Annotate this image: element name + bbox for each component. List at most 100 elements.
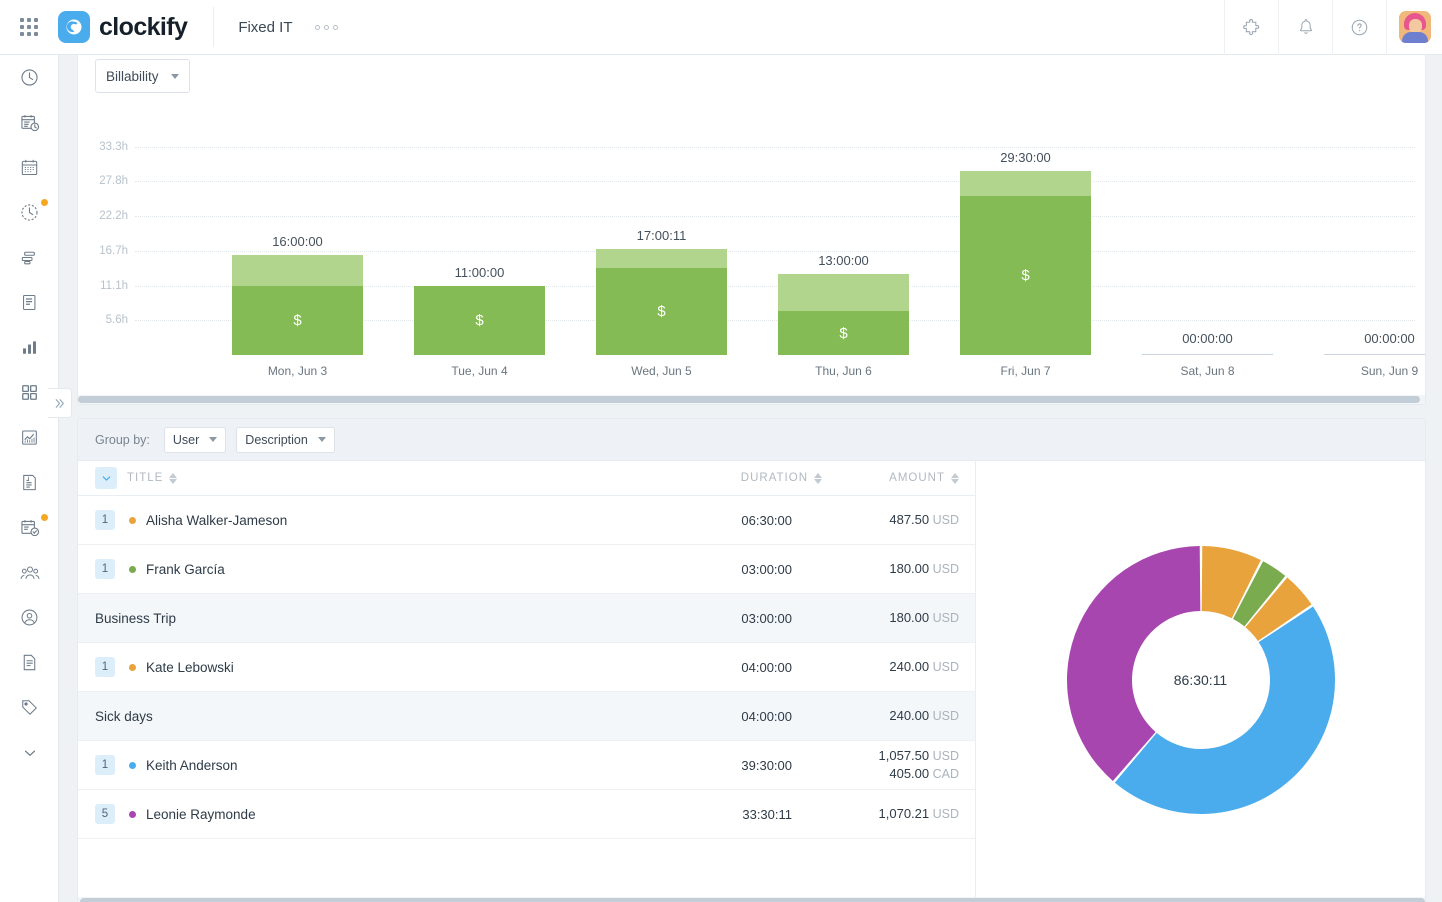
- cell-duration: 04:00:00: [595, 709, 792, 724]
- column-header-title-label: TITLE: [127, 472, 163, 484]
- sidebar-item-kiosk[interactable]: [0, 190, 59, 235]
- sidebar-item-more[interactable]: [0, 730, 59, 775]
- bar-total-label: 16:00:00: [232, 234, 363, 249]
- caret-down-icon: [209, 437, 217, 442]
- donut-segment[interactable]: [1114, 606, 1334, 814]
- sort-icon: [951, 473, 959, 484]
- puzzle-icon[interactable]: [1224, 0, 1278, 55]
- amount-value: 487.50: [889, 512, 929, 527]
- scrollbar-thumb[interactable]: [80, 898, 1425, 902]
- calendar-clock-icon: [19, 112, 41, 134]
- user-name-text: Alisha Walker-Jameson: [146, 513, 287, 528]
- grid-apps-icon[interactable]: [0, 0, 58, 55]
- sidebar-item-invoices[interactable]: [0, 460, 59, 505]
- bar-total-label: 13:00:00: [778, 253, 909, 268]
- column-header-duration-label: DURATION: [741, 472, 808, 484]
- expand-all-button[interactable]: [95, 467, 117, 489]
- clipboard-lines-icon: [19, 292, 40, 313]
- bar-column[interactable]: $17:00:11Wed, Jun 5: [596, 249, 727, 355]
- group-by-secondary-dropdown[interactable]: Description: [236, 427, 335, 453]
- y-axis-tick-label: 22.2h: [78, 210, 128, 222]
- cell-title: 1Alisha Walker-Jameson: [95, 510, 595, 530]
- sidebar-item-clients[interactable]: [0, 280, 59, 325]
- table-horizontal-scrollbar[interactable]: [78, 897, 1426, 902]
- calendar-check-icon: [19, 517, 41, 539]
- bar-total-label: 00:00:00: [1142, 331, 1273, 346]
- sidebar-item-reports[interactable]: [0, 325, 59, 370]
- chart-gridline: [135, 216, 1415, 217]
- table-row[interactable]: 1Keith Anderson39:30:001,057.50 USD405.0…: [78, 741, 975, 790]
- table-row[interactable]: 1Alisha Walker-Jameson06:30:00487.50 USD: [78, 496, 975, 545]
- user-avatar-image: [1399, 11, 1431, 43]
- bar-segment-nonbillable: [960, 171, 1091, 196]
- report-table: TITLE DURATION AMOUNT 1Alisha Walker-Jam…: [78, 461, 976, 899]
- billability-filter-dropdown[interactable]: Billability: [95, 59, 190, 93]
- invoice-icon: [19, 472, 40, 493]
- table-row[interactable]: 1Kate Lebowski04:00:00240.00 USD: [78, 643, 975, 692]
- sidebar-item-tags[interactable]: [0, 685, 59, 730]
- group-by-label: Group by:: [95, 433, 150, 447]
- scrollbar-thumb[interactable]: [78, 396, 1420, 403]
- workspace-name[interactable]: Fixed IT: [214, 19, 308, 36]
- logo-text: clockify: [99, 13, 187, 42]
- bar-total-label: 29:30:00: [960, 150, 1091, 165]
- billable-dollar-icon: $: [293, 312, 301, 329]
- sidebar-item-calendar[interactable]: [0, 145, 59, 190]
- cell-duration: 39:30:00: [595, 758, 792, 773]
- table-row[interactable]: 5Leonie Raymonde33:30:111,070.21 USD: [78, 790, 975, 839]
- main-content: Billability 5.6h11.1h16.7h22.2h27.8h33.3…: [59, 55, 1442, 902]
- amount-currency: USD: [929, 562, 959, 576]
- table-group-row[interactable]: Sick days04:00:00240.00 USD: [78, 692, 975, 741]
- table-row[interactable]: 1Frank García03:00:00180.00 USD: [78, 545, 975, 594]
- amount-line: 487.50 USD: [792, 511, 959, 529]
- column-header-duration[interactable]: DURATION: [627, 472, 824, 484]
- entry-count-badge: 1: [95, 657, 115, 677]
- sidebar-item-team[interactable]: [0, 550, 59, 595]
- question-mark-icon[interactable]: [1332, 0, 1386, 55]
- sidebar-item-timesheet[interactable]: [0, 100, 59, 145]
- sidebar-item-analytics[interactable]: [0, 415, 59, 460]
- cell-amount: 180.00 USD: [792, 560, 975, 578]
- caret-down-icon: [318, 437, 326, 442]
- sidebar-item-projects[interactable]: [0, 235, 59, 280]
- amount-value: 180.00: [889, 610, 929, 625]
- user-color-dot: [129, 811, 136, 818]
- clockify-logo[interactable]: clockify: [58, 0, 213, 55]
- sidebar-item-documents[interactable]: [0, 640, 59, 685]
- bar-column[interactable]: $11:00:00Tue, Jun 4: [414, 286, 545, 355]
- bar-column[interactable]: $16:00:00Mon, Jun 3: [232, 255, 363, 355]
- billable-dollar-icon: $: [475, 312, 483, 329]
- column-header-title[interactable]: TITLE: [127, 472, 627, 484]
- cell-title: 1Kate Lebowski: [95, 657, 595, 677]
- bell-icon[interactable]: [1278, 0, 1332, 55]
- user-name-text: Frank García: [146, 562, 225, 577]
- cell-duration: 03:00:00: [595, 611, 792, 626]
- amount-currency: USD: [929, 749, 959, 763]
- cell-duration: 04:00:00: [595, 660, 792, 675]
- amount-currency: USD: [929, 611, 959, 625]
- avatar[interactable]: [1386, 0, 1442, 55]
- clock-icon: [19, 67, 40, 88]
- cell-title: Business Trip: [95, 611, 595, 626]
- amount-value: 180.00: [889, 561, 929, 576]
- chart-horizontal-scrollbar[interactable]: [78, 395, 1426, 404]
- bar-column-empty: [1142, 354, 1273, 355]
- user-circle-icon: [19, 607, 40, 628]
- sidebar-expand-button[interactable]: [48, 388, 72, 418]
- bar-column[interactable]: $29:30:00Fri, Jun 7: [960, 171, 1091, 355]
- group-by-primary-dropdown[interactable]: User: [164, 427, 226, 453]
- three-dots-icon[interactable]: [309, 19, 344, 36]
- sidebar-item-approvals[interactable]: [0, 505, 59, 550]
- column-header-amount[interactable]: AMOUNT: [824, 472, 975, 484]
- sidebar-item-profile[interactable]: [0, 595, 59, 640]
- amount-line: 240.00 USD: [792, 707, 959, 725]
- chevron-down-icon: [101, 473, 112, 484]
- bar-column[interactable]: $13:00:00Thu, Jun 6: [778, 274, 909, 355]
- clockify-app: clockify Fixed IT: [0, 0, 1442, 902]
- user-name-text: Keith Anderson: [146, 758, 238, 773]
- x-axis-tick-label: Sun, Jun 9: [1324, 364, 1426, 378]
- sidebar-item-timer[interactable]: [0, 55, 59, 100]
- chart-gridline: [135, 147, 1415, 148]
- donut-segment[interactable]: [1067, 546, 1200, 781]
- table-group-row[interactable]: Business Trip03:00:00 180.00 USD: [78, 594, 975, 643]
